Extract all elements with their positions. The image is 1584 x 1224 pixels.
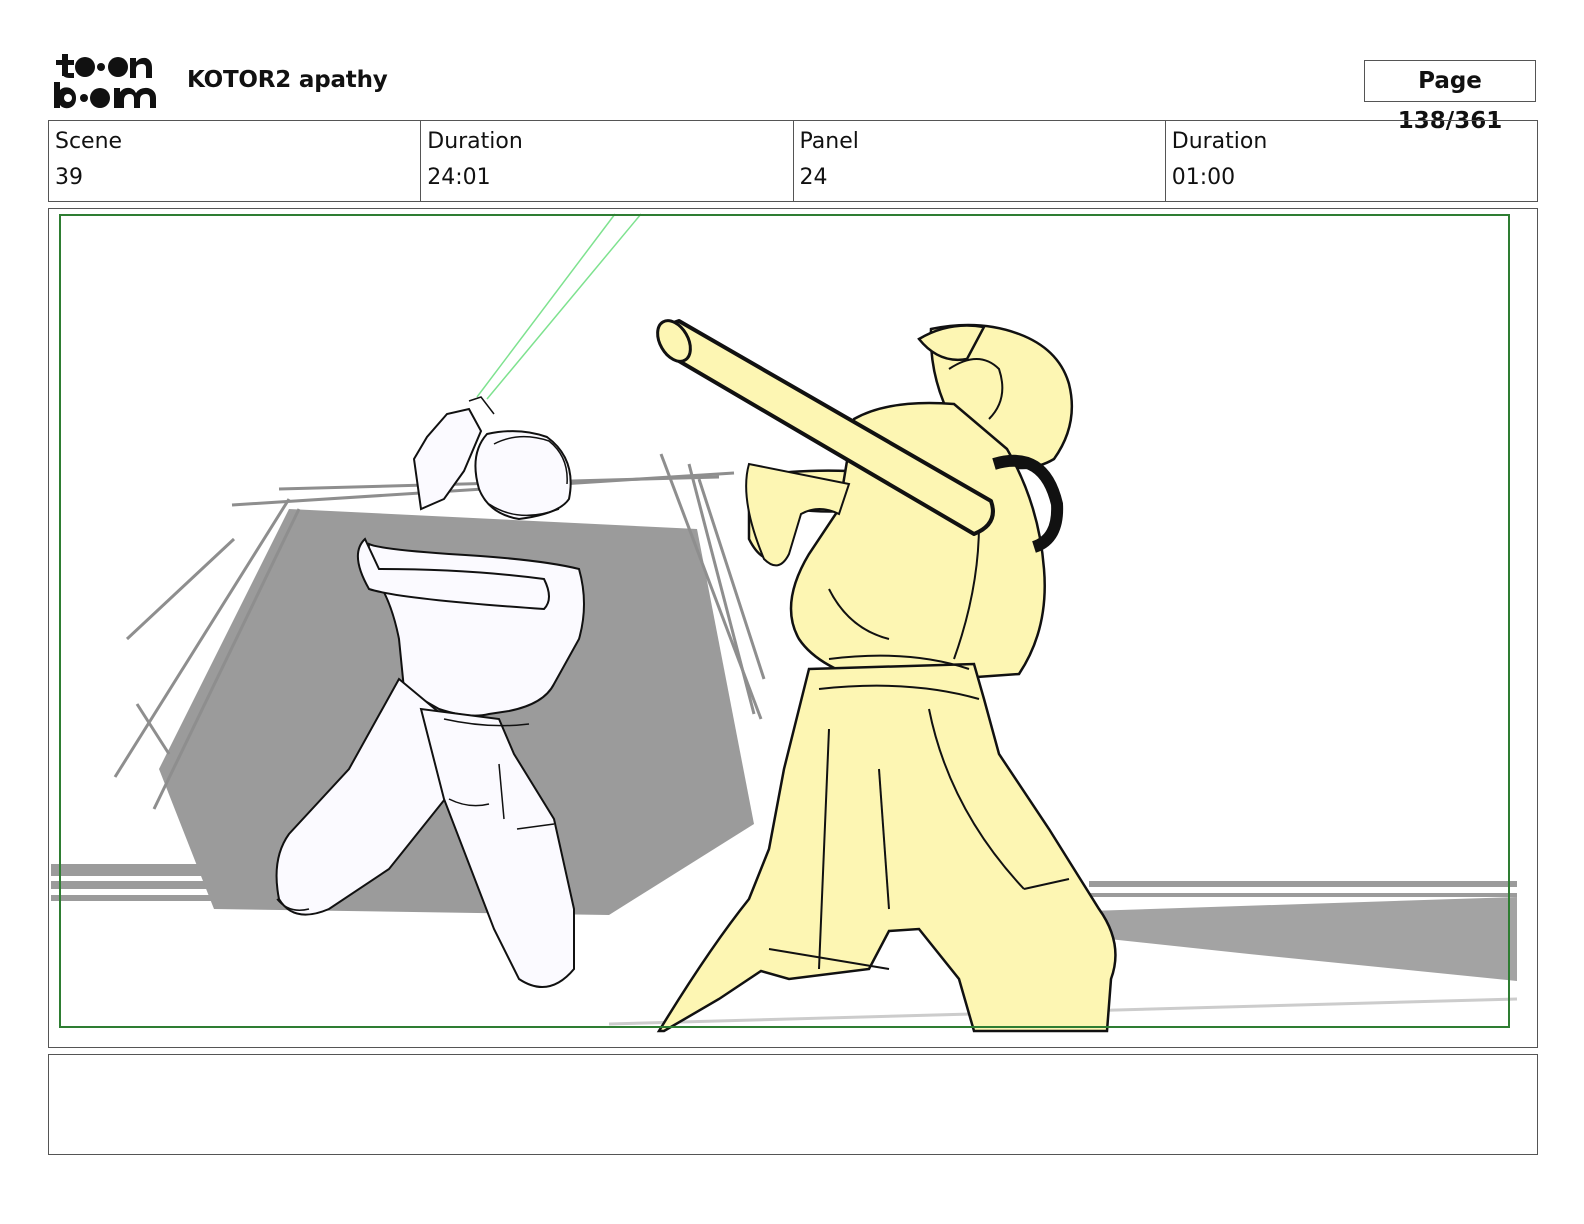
panel-value: 24 [799,165,828,190]
panel-duration-label: Duration [1171,129,1268,154]
project-title: KOTOR2 apathy [187,67,388,93]
page-indicator: Page 138/361 [1364,60,1536,134]
lightsaber-beam [476,213,642,400]
panel-notes-box [48,1054,1538,1155]
scene-cell: Scene 39 [49,121,422,201]
panel-duration-value: 01:00 [1171,165,1236,190]
panel-cell: Panel 24 [794,121,1166,201]
scene-duration-value: 24:01 [427,165,491,190]
panel-duration-cell: Duration 01:00 [1166,121,1537,201]
toon-boom-logo [54,54,156,109]
scene-duration-label: Duration [427,129,523,154]
scene-label: Scene [55,129,123,154]
standing-jedi-figure [656,323,1117,1033]
panel-sketch [51,213,1518,1033]
scene-info-table: Scene 39 Duration 24:01 Panel 24 Duratio… [48,120,1538,202]
panel-label: Panel [799,129,859,154]
scene-value: 39 [55,165,83,190]
storyboard-panel [48,208,1538,1048]
scene-duration-cell: Duration 24:01 [421,121,794,201]
